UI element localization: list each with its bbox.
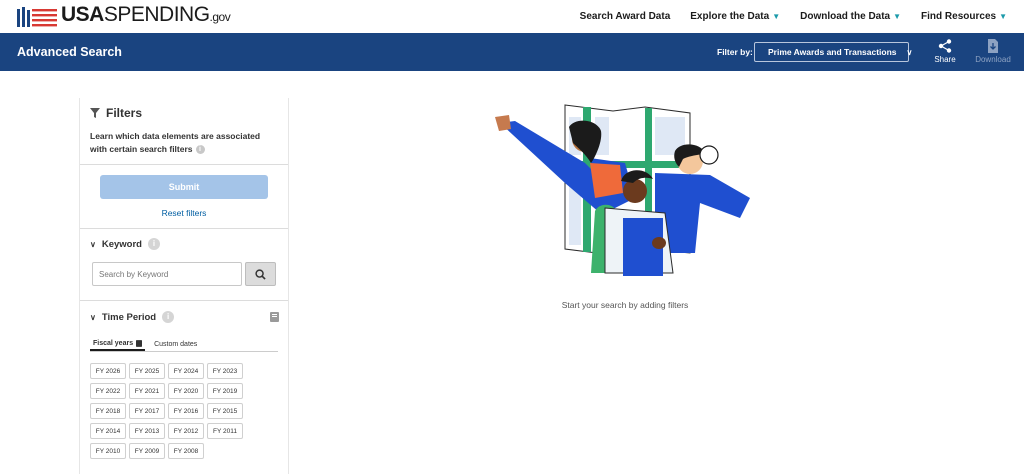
filters-heading: Filters — [90, 106, 142, 120]
submit-button[interactable]: Submit — [100, 175, 268, 199]
nav-find-resources[interactable]: Find Resources ▼ — [921, 11, 1007, 22]
fiscal-year-option[interactable]: FY 2025 — [129, 363, 165, 379]
share-icon — [938, 39, 952, 53]
filters-sidebar: Filters Learn which data elements are as… — [79, 98, 289, 474]
fiscal-year-option[interactable]: FY 2016 — [168, 403, 204, 419]
divider — [80, 164, 288, 165]
top-nav: USASPENDING.gov Search Award Data Explor… — [0, 0, 1024, 33]
empty-state-illustration — [495, 104, 750, 276]
nav-download-the-data[interactable]: Download the Data ▼ — [800, 11, 901, 22]
chevron-down-icon: ▼ — [999, 12, 1007, 21]
empty-state-hint: Start your search by adding filters — [561, 300, 689, 310]
divider — [80, 228, 288, 229]
glossary-book-icon[interactable] — [270, 312, 279, 322]
search-icon — [255, 268, 266, 280]
chevron-down-icon: ∨ — [90, 312, 96, 322]
fiscal-year-option[interactable]: FY 2013 — [129, 423, 165, 439]
fiscal-year-option[interactable]: FY 2021 — [129, 383, 165, 399]
fiscal-year-option[interactable]: FY 2018 — [90, 403, 126, 419]
nav-menu: Search Award Data Explore the Data ▼ Down… — [580, 0, 1007, 33]
filters-description: Learn which data elements are associated… — [90, 131, 261, 155]
fiscal-year-option[interactable]: FY 2026 — [90, 363, 126, 379]
fiscal-year-option[interactable]: FY 2019 — [207, 383, 243, 399]
keyword-section-toggle[interactable]: ∨ Keyword i — [90, 238, 160, 250]
fiscal-year-option[interactable]: FY 2008 — [168, 443, 204, 459]
nav-search-award-data[interactable]: Search Award Data — [580, 11, 671, 22]
info-icon[interactable]: i — [147, 238, 160, 250]
fiscal-year-option[interactable]: FY 2020 — [168, 383, 204, 399]
page-header: Advanced Search Filter by: Prime Awards … — [0, 33, 1024, 71]
fiscal-year-option[interactable]: FY 2022 — [90, 383, 126, 399]
fiscal-year-option[interactable]: FY 2010 — [90, 443, 126, 459]
keyword-search-input[interactable]: Search by Keyword — [92, 262, 242, 286]
chevron-down-icon: ∨ — [906, 47, 913, 57]
chevron-down-icon: ▼ — [893, 12, 902, 21]
nav-explore-the-data[interactable]: Explore the Data ▼ — [690, 11, 780, 22]
divider — [80, 300, 288, 301]
logo-spending: SPENDING — [103, 3, 210, 26]
usaspending-logo[interactable]: USASPENDING.gov — [17, 3, 231, 27]
download-file-icon — [988, 39, 998, 53]
fiscal-year-option[interactable]: FY 2017 — [129, 403, 165, 419]
award-type-select[interactable]: Prime Awards and Transactions ∨ — [754, 42, 912, 62]
download-button[interactable]: Download — [973, 39, 1013, 67]
filter-by-label: Filter by: — [717, 47, 753, 57]
fiscal-year-grid: FY 2026 FY 2025 FY 2024 FY 2023 FY 2022 … — [90, 363, 280, 459]
fiscal-year-option[interactable]: FY 2011 — [207, 423, 243, 439]
time-period-tabs: Fiscal years Custom dates — [90, 338, 278, 352]
chevron-down-icon: ∨ — [90, 239, 96, 249]
filter-funnel-icon — [90, 108, 100, 118]
time-period-section-toggle[interactable]: ∨ Time Period i — [90, 311, 175, 323]
info-icon[interactable]: i — [162, 311, 175, 323]
download-label: Download — [975, 55, 1011, 64]
logo-gov: .gov — [209, 10, 231, 24]
fiscal-year-option[interactable]: FY 2023 — [207, 363, 243, 379]
glossary-book-icon — [136, 340, 143, 347]
keyword-search-button[interactable] — [245, 262, 276, 286]
fiscal-year-option[interactable]: FY 2024 — [168, 363, 204, 379]
keyword-section-title: Keyword — [101, 238, 142, 250]
fiscal-year-option[interactable]: FY 2014 — [90, 423, 126, 439]
tab-custom-dates[interactable]: Custom dates — [151, 338, 200, 351]
time-period-section-title: Time Period — [101, 311, 157, 323]
logo-usa: USA — [61, 3, 104, 26]
fiscal-year-option[interactable]: FY 2015 — [207, 403, 243, 419]
award-type-select-value: Prime Awards and Transactions — [768, 47, 897, 57]
reset-filters-link[interactable]: Reset filters — [80, 208, 288, 218]
chevron-down-icon: ▼ — [772, 12, 781, 21]
tab-fiscal-years[interactable]: Fiscal years — [90, 338, 146, 351]
fiscal-year-option[interactable]: FY 2012 — [168, 423, 204, 439]
page-title: Advanced Search — [17, 45, 122, 59]
flag-logo-icon — [17, 7, 57, 27]
fiscal-year-option[interactable]: FY 2009 — [129, 443, 165, 459]
info-icon[interactable]: i — [195, 145, 205, 155]
share-label: Share — [934, 55, 956, 64]
share-button[interactable]: Share — [925, 39, 965, 67]
